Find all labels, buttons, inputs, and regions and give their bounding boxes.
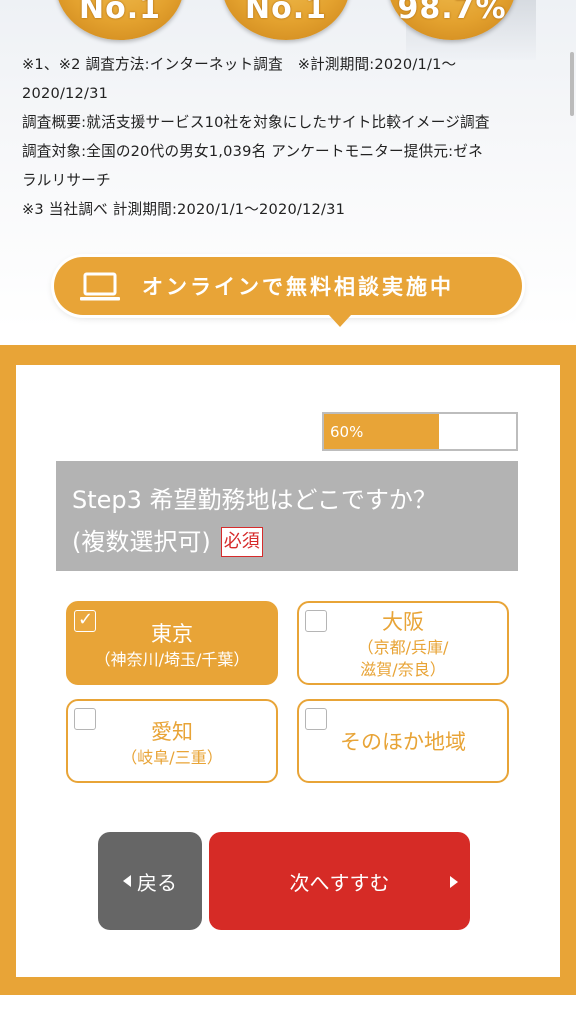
note-line: 調査対象:全国の20代の男女1,039名 アンケートモニター提供元:ゼネ [22,143,483,160]
check-icon: ✓ [78,609,94,630]
required-badge: 必須 [220,527,263,557]
ranking-badge: No.1 [56,0,184,40]
back-button-label: 戻る [137,870,177,895]
question-title: Step3 希望勤務地はどこですか？ [72,486,437,514]
page-bottom [0,995,576,1024]
note-line: ※3 当社調べ 計測期間:2020/1/1〜2020/12/31 [22,201,346,218]
progress-label: 60% [330,423,364,441]
arrow-left-icon [123,875,131,887]
option-label: 大阪 [382,610,424,634]
online-consultation-label: オンラインで無料相談実施中 [142,275,454,299]
option-label: そのほか地域 [340,730,466,754]
back-button[interactable]: 戻る [98,832,202,930]
option-checkbox[interactable] [305,610,327,632]
survey-notes: ※1、※2 調査方法:インターネット調査 ※計測期間:2020/1/1〜 202… [22,50,562,224]
option-tokyo[interactable]: ✓ 東京 （神奈川/埼玉/千葉） [66,601,278,685]
option-osaka[interactable]: 大阪 （京都/兵庫/ 滋賀/奈良） [297,601,509,685]
arrow-right-icon [450,876,458,888]
note-line: ラルリサーチ [22,172,111,189]
option-other-region[interactable]: そのほか地域 [297,699,509,783]
option-sublabel: （岐阜/三重） [121,748,223,767]
option-aichi[interactable]: 愛知 （岐阜/三重） [66,699,278,783]
scrollbar-thumb[interactable] [570,52,574,116]
option-checkbox[interactable] [305,708,327,730]
ranking-badge: No.1 [222,0,350,40]
note-line: 調査概要:就活支援サービス10社を対象にしたサイト比較イメージ調査 [22,114,490,131]
option-sublabel: （京都/兵庫/ [357,638,449,657]
note-line: 2020/12/31 [22,85,109,102]
option-checkbox[interactable] [74,708,96,730]
question-heading: Step3 希望勤務地はどこですか？ (複数選択可) 必須 [56,461,518,571]
online-consultation-banner: オンラインで無料相談実施中 [54,257,522,327]
progress-bar: 60% [322,412,518,451]
option-sublabel: （神奈川/埼玉/千葉） [94,650,250,669]
option-label: 東京 [151,622,193,646]
laptop-icon [80,272,120,301]
option-label: 愛知 [151,720,193,744]
option-checkbox[interactable]: ✓ [74,609,96,632]
option-sublabel: 滋賀/奈良） [360,660,446,679]
question-note: (複数選択可) [72,528,211,556]
note-line: ※1、※2 調査方法:インターネット調査 ※計測期間:2020/1/1〜 [22,56,457,73]
next-button[interactable]: 次へすすむ [209,832,470,930]
next-button-label: 次へすすむ [289,870,390,895]
